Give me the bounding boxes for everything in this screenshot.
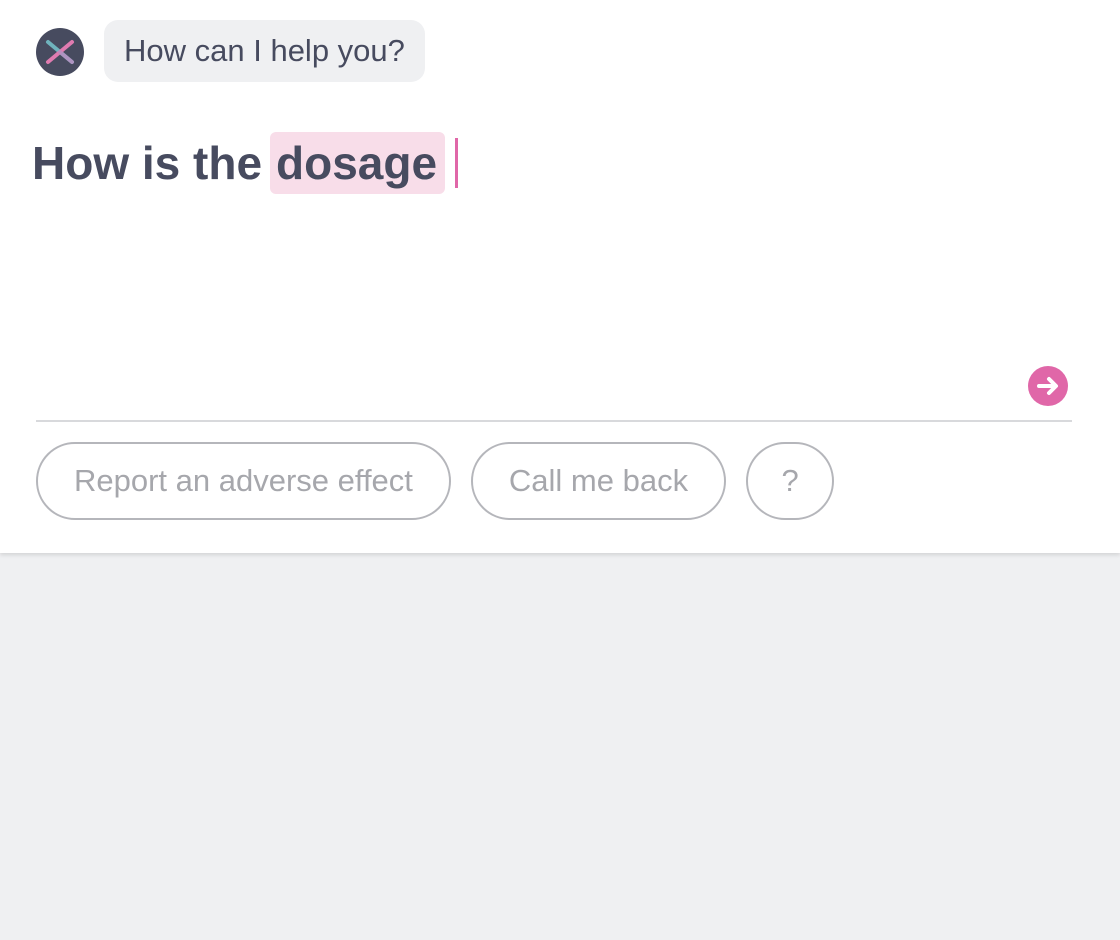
chat-panel: How can I help you? How is the dosage Re… xyxy=(0,0,1120,553)
brand-x-logo-icon xyxy=(46,40,74,64)
assistant-avatar xyxy=(36,28,84,76)
call-me-back-chip[interactable]: Call me back xyxy=(470,442,727,520)
query-text: How is the xyxy=(32,137,263,189)
suggestion-chips: Report an adverse effect Call me back ? xyxy=(36,442,835,520)
highlighted-term: dosage xyxy=(270,132,446,194)
report-adverse-effect-chip[interactable]: Report an adverse effect xyxy=(36,442,451,520)
query-input[interactable]: How is the dosage xyxy=(32,132,459,194)
send-button[interactable] xyxy=(1028,366,1068,406)
arrow-right-icon xyxy=(1037,377,1058,395)
input-divider xyxy=(36,420,1072,422)
text-caret xyxy=(455,138,459,188)
assistant-greeting-bubble: How can I help you? xyxy=(104,20,425,82)
help-chip[interactable]: ? xyxy=(746,442,835,520)
